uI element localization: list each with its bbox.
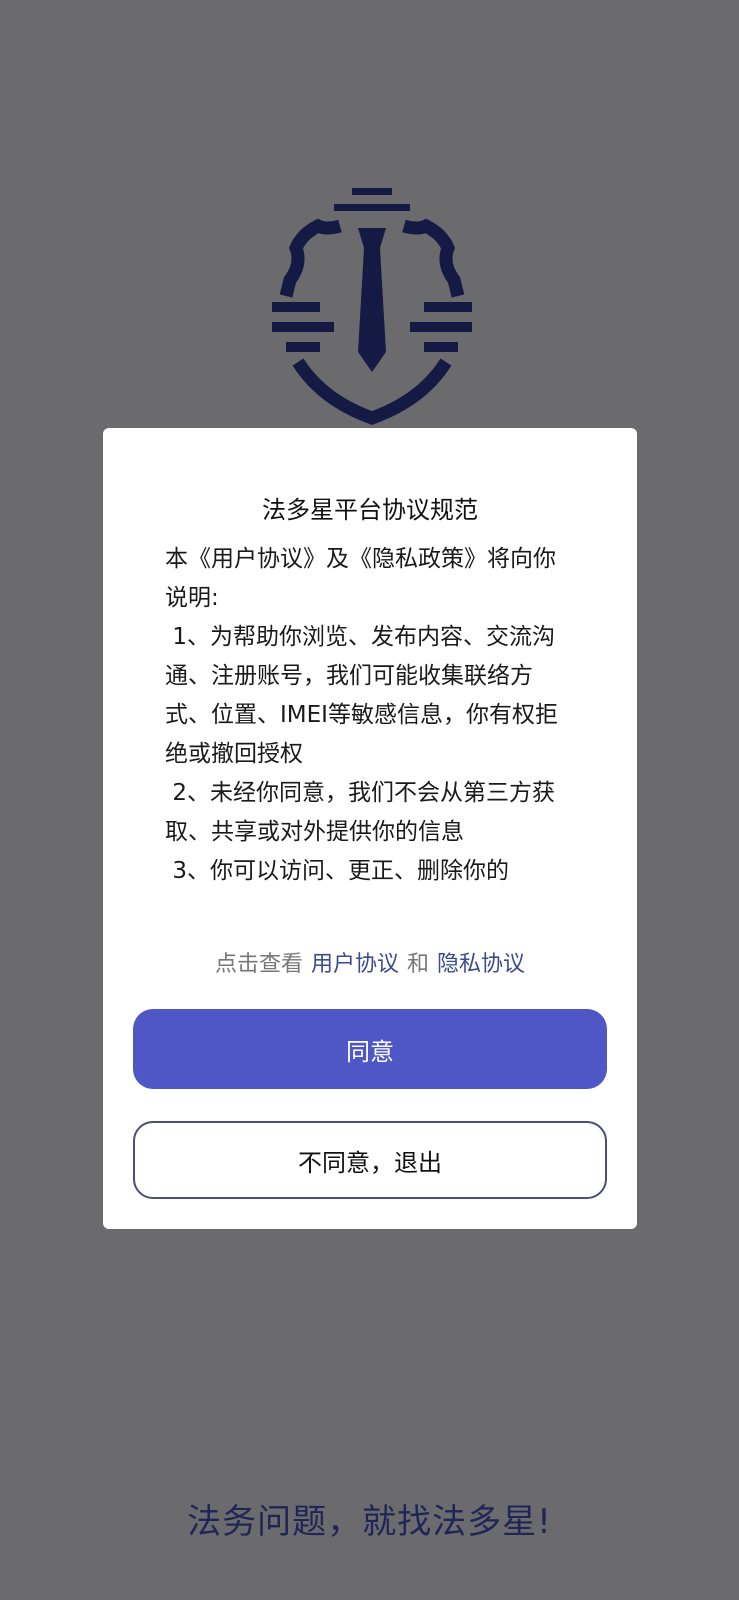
user-agreement-link[interactable]: 用户协议 — [311, 952, 399, 977]
splash-screen: 法多星平台协议规范 本《用户协议》及《隐私政策》将向你说明: 1、为帮助你浏览、… — [0, 0, 739, 1600]
disagree-exit-button[interactable]: 不同意，退出 — [133, 1121, 607, 1199]
links-and-text: 和 — [407, 952, 430, 977]
shield-necktie-icon — [272, 188, 472, 425]
agreement-content-scroll[interactable]: 本《用户协议》及《隐私政策》将向你说明: 1、为帮助你浏览、发布内容、交流沟通、… — [165, 540, 577, 883]
agreement-dialog: 法多星平台协议规范 本《用户协议》及《隐私政策》将向你说明: 1、为帮助你浏览、… — [103, 428, 637, 1229]
agreement-content-text: 本《用户协议》及《隐私政策》将向你说明: 1、为帮助你浏览、发布内容、交流沟通、… — [165, 546, 558, 883]
slogan-text: 法务问题，就找法多星! — [187, 1502, 552, 1542]
links-prefix: 点击查看 — [214, 952, 303, 977]
agreement-links-row: 点击查看 用户协议和隐私协议 — [103, 946, 637, 978]
dialog-title: 法多星平台协议规范 — [262, 496, 478, 524]
agree-button[interactable]: 同意 — [133, 1009, 607, 1089]
privacy-agreement-link[interactable]: 隐私协议 — [437, 952, 525, 977]
